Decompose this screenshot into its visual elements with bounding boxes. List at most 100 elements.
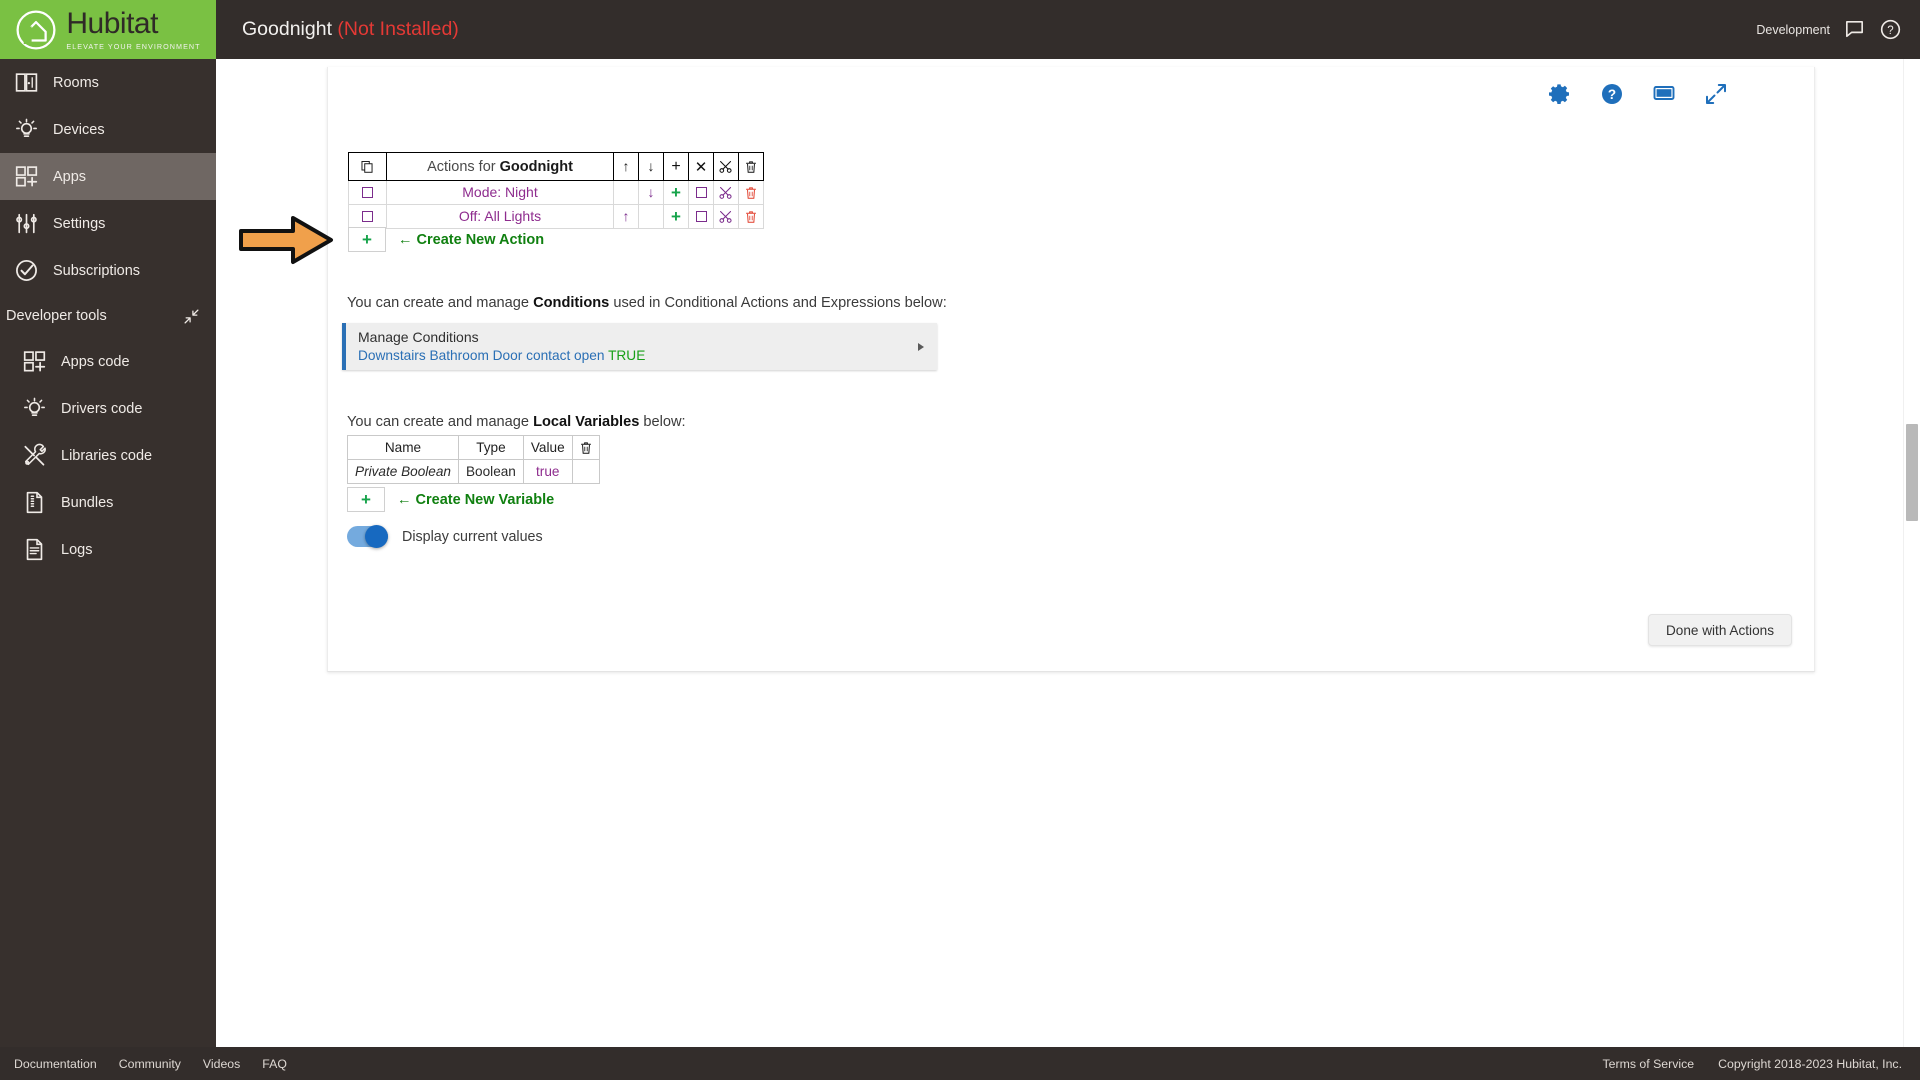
action-label-cell[interactable]: Mode: Night — [386, 180, 614, 205]
sidebar-item-subscriptions[interactable]: Subscriptions — [0, 247, 216, 294]
sidebar-item-devices[interactable]: Devices — [0, 106, 216, 153]
action-label: Mode: Night — [462, 184, 538, 200]
create-new-action-button[interactable]: + — [348, 227, 386, 252]
row-move-up[interactable]: ↑ — [613, 204, 639, 229]
gear-icon[interactable] — [1548, 82, 1572, 106]
create-new-variable-row[interactable]: + ← Create New Variable — [347, 487, 554, 512]
help-circle-icon[interactable]: ? — [1879, 18, 1902, 41]
header-move-up[interactable]: ↑ — [613, 152, 639, 181]
page-content: ? Actions for Goodnight ↑ ↓ + ✕ Mode: Ni… — [216, 59, 1920, 1080]
plus-icon: + — [361, 490, 371, 509]
sidebar-developer-tools-header[interactable]: Developer tools — [0, 294, 216, 338]
variables-col-type: Type — [457, 435, 524, 460]
svg-text:?: ? — [1608, 87, 1616, 102]
row-checkbox[interactable] — [348, 180, 387, 205]
tools-wrench-icon — [24, 443, 46, 466]
footer-link-faq[interactable]: FAQ — [262, 1057, 287, 1071]
settings-sliders-icon — [16, 213, 37, 234]
create-new-variable-button[interactable]: + — [347, 487, 385, 512]
up-arrow-icon: ↑ — [622, 158, 630, 174]
row-move-up[interactable] — [613, 180, 639, 205]
top-bar: Hubitat ELEVATE YOUR ENVIRONMENT Goodnig… — [0, 0, 1920, 59]
close-icon: ✕ — [694, 158, 708, 176]
condition-summary: Downstairs Bathroom Door contact open TR… — [358, 347, 645, 365]
footer-right-group: Terms of Service Copyright 2018-2023 Hub… — [1603, 1057, 1902, 1071]
page-scrollbar-thumb[interactable] — [1906, 424, 1918, 521]
sidebar-item-libraries-code[interactable]: Libraries code — [0, 432, 216, 479]
sidebar-item-drivers-code[interactable]: Drivers code — [0, 385, 216, 432]
create-new-action-row[interactable]: + ← Create New Action — [348, 227, 544, 252]
chevron-right-icon[interactable] — [918, 342, 924, 351]
display-current-values-toggle[interactable] — [347, 525, 388, 548]
footer-link-videos[interactable]: Videos — [203, 1057, 240, 1071]
collapse-arrows-icon[interactable] — [183, 308, 200, 325]
sidebar-item-label: Libraries code — [61, 447, 153, 464]
header-delete[interactable] — [738, 152, 764, 181]
header-cut[interactable] — [713, 152, 739, 181]
create-new-action-link[interactable]: ← Create New Action — [398, 232, 544, 248]
row-cut[interactable] — [713, 204, 739, 229]
developer-tools-label: Developer tools — [6, 308, 107, 324]
sidebar-item-settings[interactable]: Settings — [0, 200, 216, 247]
brand-logo[interactable]: Hubitat ELEVATE YOUR ENVIRONMENT — [0, 0, 216, 59]
done-with-actions-label: Done with Actions — [1665, 622, 1774, 638]
sidebar-item-apps-code[interactable]: Apps code — [0, 338, 216, 385]
rooms-icon — [15, 73, 38, 92]
sidebar-item-apps[interactable]: Apps — [0, 153, 216, 200]
page-scrollbar-track[interactable] — [1903, 59, 1920, 1080]
row-select[interactable] — [688, 180, 714, 205]
row-add[interactable]: + — [663, 180, 689, 205]
variables-intro-bold: Local Variables — [533, 414, 640, 430]
variables-intro: You can create and manage Local Variable… — [347, 414, 686, 430]
footer-link-documentation[interactable]: Documentation — [14, 1057, 97, 1071]
variables-table-header: Name Type Value — [347, 435, 600, 460]
logs-document-icon — [26, 538, 43, 561]
row-checkbox[interactable] — [348, 204, 387, 229]
row-cut[interactable] — [713, 180, 739, 205]
sidebar-item-bundles[interactable]: Bundles — [0, 479, 216, 526]
display-current-values-row[interactable]: Display current values — [347, 525, 543, 548]
variable-delete-cell[interactable] — [571, 459, 600, 484]
help-circle-icon[interactable]: ? — [1600, 82, 1624, 106]
row-select[interactable] — [688, 204, 714, 229]
chat-bubble-icon[interactable] — [1843, 18, 1866, 41]
sidebar-item-rooms[interactable]: Rooms — [0, 59, 216, 106]
done-with-actions-button[interactable]: Done with Actions — [1647, 614, 1792, 646]
svg-text:?: ? — [1887, 25, 1893, 37]
table-row[interactable]: Mode: Night ↓ + — [348, 180, 764, 205]
copy-pages-icon-cell[interactable] — [348, 152, 387, 181]
row-delete[interactable] — [738, 180, 764, 205]
row-delete[interactable] — [738, 204, 764, 229]
expand-icon[interactable] — [1704, 82, 1728, 106]
manage-conditions-panel[interactable]: Manage Conditions Downstairs Bathroom Do… — [342, 323, 937, 370]
toggle-knob — [365, 525, 388, 548]
app-install-status: (Not Installed) — [337, 18, 459, 40]
app-name: Goodnight — [242, 18, 332, 40]
actions-table: Actions for Goodnight ↑ ↓ + ✕ Mode: Nigh… — [348, 152, 764, 229]
sidebar-item-logs[interactable]: Logs — [0, 526, 216, 573]
manage-conditions-title: Manage Conditions — [358, 329, 479, 346]
create-new-variable-link[interactable]: ← Create New Variable — [397, 492, 554, 508]
row-add[interactable]: + — [663, 204, 689, 229]
header-add[interactable]: + — [663, 152, 689, 181]
table-row[interactable]: Off: All Lights ↑ + — [348, 204, 764, 229]
footer-link-community[interactable]: Community — [119, 1057, 181, 1071]
variables-delete-header[interactable] — [571, 435, 600, 460]
action-label-cell[interactable]: Off: All Lights — [386, 204, 614, 229]
variables-intro-after: below: — [639, 414, 686, 430]
table-row[interactable]: Private Boolean Boolean true — [347, 459, 600, 484]
footer: Documentation Community Videos FAQ Terms… — [0, 1047, 1920, 1080]
row-move-down[interactable] — [638, 204, 664, 229]
plus-icon: + — [671, 206, 681, 226]
sidebar-item-label: Rooms — [53, 74, 99, 91]
sidebar: Rooms Devices Apps Settings Subscription… — [0, 59, 216, 1080]
header-close[interactable]: ✕ — [688, 152, 714, 181]
row-move-down[interactable]: ↓ — [638, 180, 664, 205]
variables-intro-before: You can create and manage — [347, 414, 534, 430]
header-move-down[interactable]: ↓ — [638, 152, 664, 181]
square-icon — [695, 187, 707, 199]
scissors-icon — [719, 210, 732, 223]
footer-link-terms-of-service[interactable]: Terms of Service — [1603, 1057, 1695, 1071]
display-icon[interactable] — [1652, 82, 1676, 106]
left-arrow-icon: ← — [398, 231, 413, 248]
